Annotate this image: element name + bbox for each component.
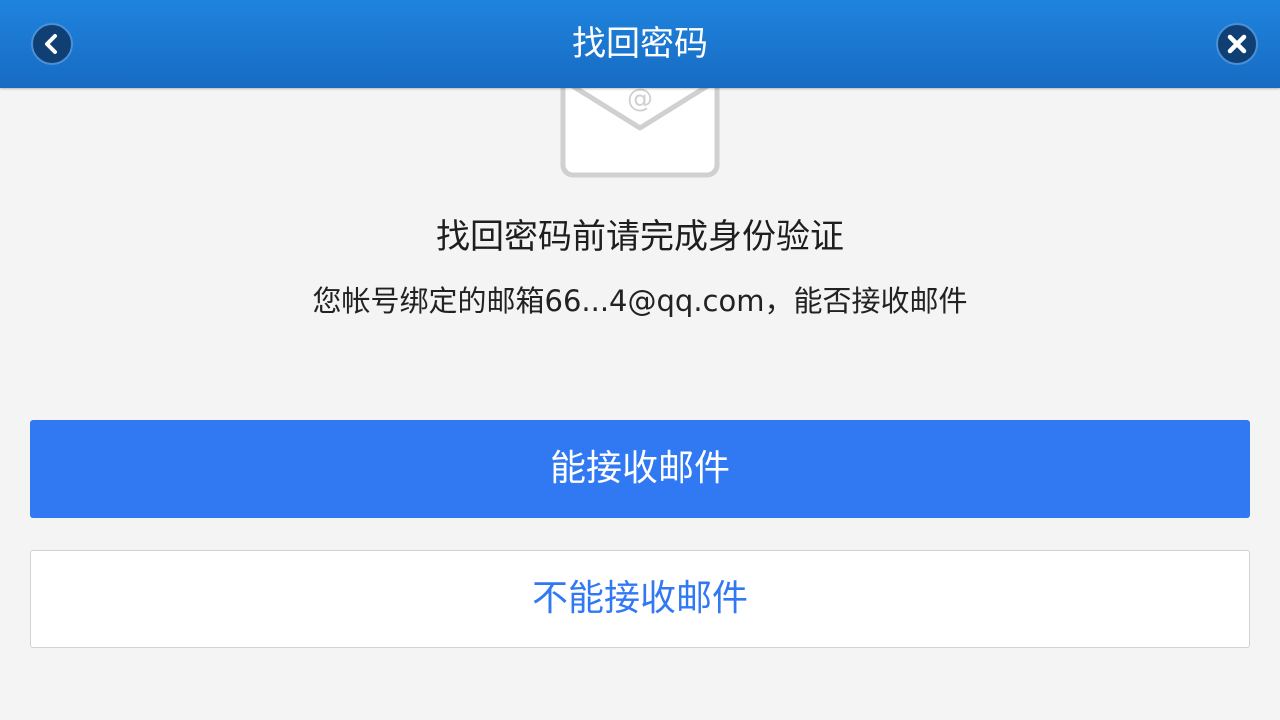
title-bar: 找回密码 xyxy=(0,0,1280,88)
can-receive-email-button[interactable]: 能接收邮件 xyxy=(30,420,1250,518)
email-description: 您帐号绑定的邮箱66...4@qq.com，能否接收邮件 xyxy=(312,284,968,318)
page-title: 找回密码 xyxy=(572,24,708,64)
back-button[interactable] xyxy=(31,23,73,65)
at-symbol: @ xyxy=(627,84,653,114)
close-icon xyxy=(1227,34,1247,54)
verification-heading: 找回密码前请完成身份验证 xyxy=(436,217,844,257)
close-button[interactable] xyxy=(1216,23,1258,65)
cannot-receive-email-button[interactable]: 不能接收邮件 xyxy=(30,550,1250,648)
chevron-left-icon xyxy=(45,34,57,54)
